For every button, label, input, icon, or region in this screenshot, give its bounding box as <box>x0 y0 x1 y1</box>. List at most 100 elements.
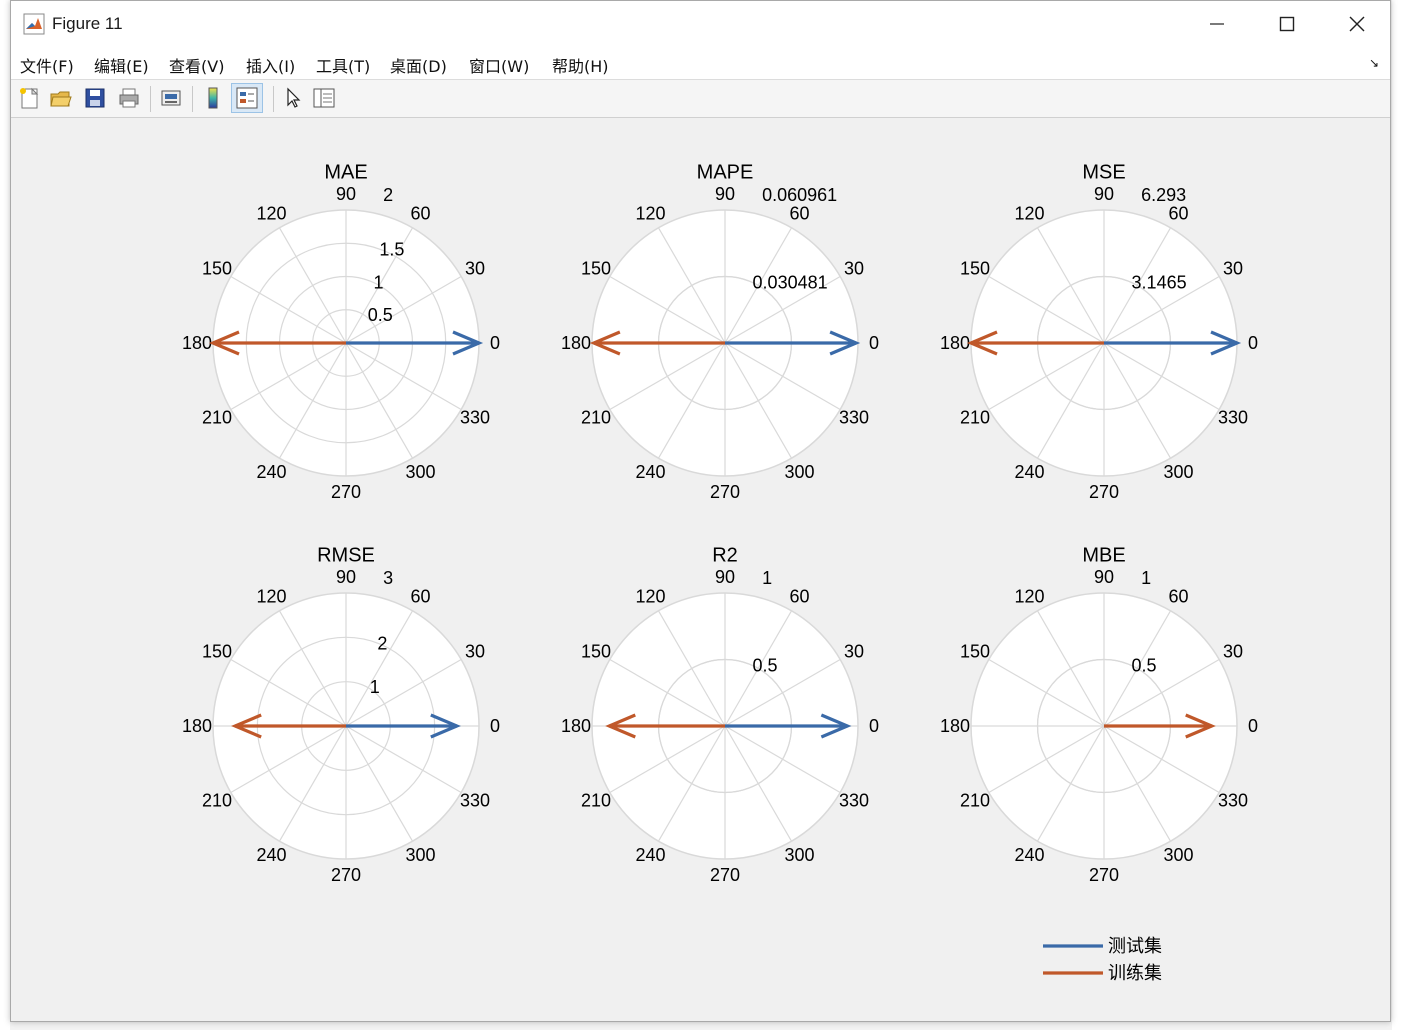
link-plot-icon[interactable] <box>158 85 184 111</box>
angle-tick-label: 120 <box>256 587 286 607</box>
angle-tick-label: 240 <box>256 462 286 482</box>
angle-tick-label: 270 <box>1089 482 1119 502</box>
maximize-button[interactable] <box>1257 1 1317 47</box>
angle-tick-label: 0 <box>869 333 879 353</box>
angle-tick-label: 0 <box>490 716 500 736</box>
angle-tick-label: 240 <box>1014 845 1044 865</box>
colorbar-icon[interactable] <box>200 85 226 111</box>
new-figure-icon[interactable] <box>16 85 42 111</box>
angle-tick-label: 180 <box>182 716 212 736</box>
polar-axes-rmse[interactable]: 0 30 60 90 120 150 180 210 240 270 300 330 1 2 3 RMSE <box>182 544 500 884</box>
angle-tick-label: 150 <box>202 258 232 278</box>
polar-axes-mae[interactable]: 0 30 60 90 120 150 180 210 240 270 300 330 0.5 1 1.5 2M… <box>182 161 500 501</box>
angle-tick-label: 300 <box>1163 462 1193 482</box>
window-title: Figure 11 <box>52 14 123 33</box>
angle-tick-label: 90 <box>336 184 356 204</box>
menu-window[interactable]: 窗口(W) <box>469 53 529 77</box>
figure-canvas: 0 30 60 90 120 150 180 210 240 270 300 330 0.5 1 1.5 2 M… <box>11 119 1390 1021</box>
close-button[interactable] <box>1327 1 1387 47</box>
angle-tick-label: 240 <box>635 845 665 865</box>
angle-tick-label: 60 <box>410 204 430 224</box>
angle-tick-label: 60 <box>1168 204 1188 224</box>
angle-tick-label: 0 <box>490 333 500 353</box>
angle-tick-label: 300 <box>784 462 814 482</box>
angle-tick-label: 30 <box>844 258 864 278</box>
axes-title: MBE <box>1082 544 1125 566</box>
angle-tick-label: 120 <box>1014 204 1044 224</box>
menu-insert[interactable]: 插入(I) <box>246 53 295 77</box>
toolbar-separator <box>192 86 193 112</box>
angle-tick-label: 210 <box>202 407 232 427</box>
dock-arrow-icon[interactable]: ↘ <box>1369 56 1379 70</box>
angle-tick-label: 330 <box>460 790 490 810</box>
angle-tick-label: 330 <box>839 790 869 810</box>
pointer-icon[interactable] <box>280 85 306 111</box>
menu-edit[interactable]: 编辑(E) <box>94 53 149 77</box>
angle-tick-label: 300 <box>784 845 814 865</box>
angle-tick-label: 120 <box>256 204 286 224</box>
polar-axes-mbe[interactable]: 0 30 60 90 120 150 180 210 240 270 300 330 0.5 1 MBE <box>940 544 1258 884</box>
axes-title: RMSE <box>317 544 375 566</box>
angle-tick-label: 60 <box>410 587 430 607</box>
angle-tick-label: 210 <box>960 407 990 427</box>
angle-tick-label: 330 <box>839 407 869 427</box>
angle-tick-label: 150 <box>581 258 611 278</box>
angle-tick-label: 60 <box>1168 587 1188 607</box>
radial-tick-label: 0.5 <box>368 305 393 325</box>
angle-tick-label: 180 <box>561 716 591 736</box>
angle-tick-label: 330 <box>1218 790 1248 810</box>
angle-tick-label: 0 <box>1248 716 1258 736</box>
menu-help[interactable]: 帮助(H) <box>552 53 609 77</box>
axes-title: R2 <box>712 544 738 566</box>
menu-file[interactable]: 文件(F) <box>20 53 74 77</box>
radial-tick-label: 1 <box>762 568 772 588</box>
radial-tick-label: 1 <box>370 677 380 697</box>
minimize-button[interactable] <box>1187 1 1247 47</box>
angle-tick-label: 300 <box>405 462 435 482</box>
axes-title: MAE <box>324 161 367 183</box>
legend-label: 测试集 <box>1108 936 1162 957</box>
angle-tick-label: 270 <box>331 865 361 885</box>
print-icon[interactable] <box>116 85 142 111</box>
angle-tick-label: 30 <box>1223 258 1243 278</box>
radial-tick-label: 0.5 <box>753 655 778 675</box>
angle-tick-label: 30 <box>465 641 485 661</box>
toolbar <box>11 80 1390 118</box>
legend-icon[interactable] <box>231 83 263 113</box>
radial-tick-label: 1 <box>374 272 384 292</box>
angle-tick-label: 330 <box>1218 407 1248 427</box>
legend-label: 训练集 <box>1108 963 1162 984</box>
save-icon[interactable] <box>82 85 108 111</box>
radial-tick-label: 3 <box>383 568 393 588</box>
axes-title: MSE <box>1082 161 1125 183</box>
angle-tick-label: 0 <box>869 716 879 736</box>
angle-tick-label: 120 <box>635 587 665 607</box>
figure-window: Figure 11 文件(F) 编辑(E) 查看(V) 插入(I) 工具(T) … <box>10 0 1391 1022</box>
polar-plots: 03060901201501802102402703003300.511.52M… <box>182 161 1258 984</box>
angle-tick-label: 210 <box>581 407 611 427</box>
angle-tick-label: 90 <box>1094 567 1114 587</box>
angle-tick-label: 30 <box>844 641 864 661</box>
menu-view[interactable]: 查看(V) <box>169 53 224 77</box>
angle-tick-label: 210 <box>581 790 611 810</box>
open-file-icon[interactable] <box>48 85 74 111</box>
angle-tick-label: 240 <box>635 462 665 482</box>
title-bar[interactable]: Figure 11 <box>11 1 1390 47</box>
legend[interactable]: 测试集训练集 <box>1043 936 1162 984</box>
angle-tick-label: 270 <box>710 482 740 502</box>
property-inspector-icon[interactable] <box>311 85 337 111</box>
polar-axes-mape[interactable]: 0 30 60 90 120 150 180 210 240 270 300 330 0.030481 0… <box>561 161 879 501</box>
angle-tick-label: 240 <box>256 845 286 865</box>
polar-axes-r2[interactable]: 0 30 60 90 120 150 180 210 240 270 300 330 0.5 1 R2 <box>561 544 879 884</box>
radial-tick-label: 1 <box>1141 568 1151 588</box>
polar-axes-mse[interactable]: 0 30 60 90 120 150 180 210 240 270 300 330 3.1465 6.2… <box>940 161 1258 501</box>
angle-tick-label: 330 <box>460 407 490 427</box>
angle-tick-label: 300 <box>1163 845 1193 865</box>
radial-tick-label: 2 <box>383 185 393 205</box>
radial-tick-label: 6.293 <box>1141 185 1186 205</box>
angle-tick-label: 210 <box>202 790 232 810</box>
angle-tick-label: 180 <box>940 333 970 353</box>
menu-tools[interactable]: 工具(T) <box>316 53 370 77</box>
angle-tick-label: 150 <box>202 641 232 661</box>
menu-desktop[interactable]: 桌面(D) <box>390 53 447 77</box>
